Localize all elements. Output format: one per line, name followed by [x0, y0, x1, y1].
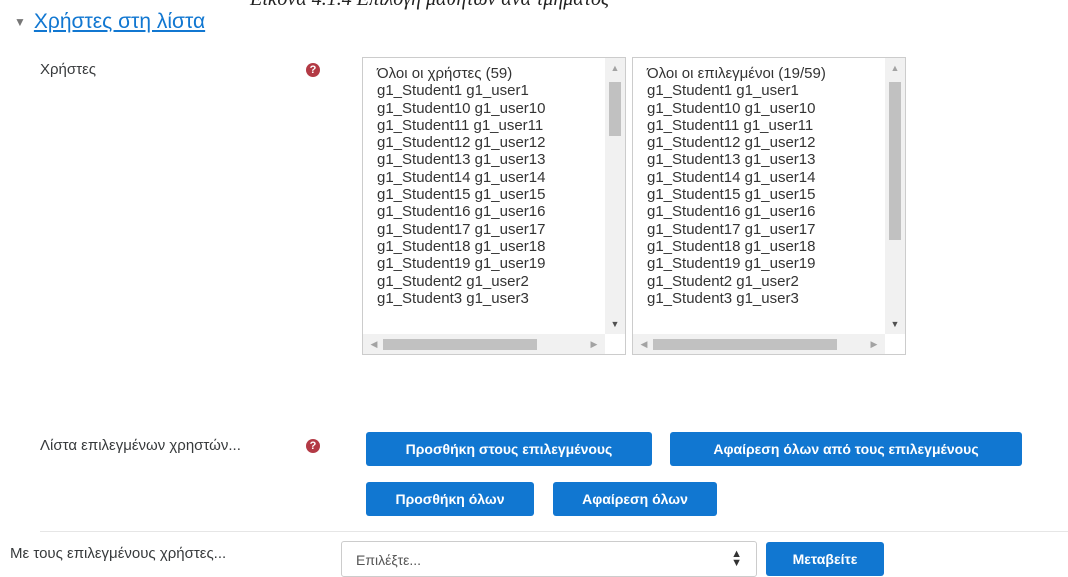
scroll-left-icon[interactable]: ◀ [635, 334, 653, 354]
horizontal-scrollbar[interactable]: ◀ ▶ [363, 334, 605, 354]
selected-users-listbox[interactable]: Όλοι οι επιλεγμένοι (19/59) g1_Student1 g… [632, 57, 906, 355]
list-item[interactable]: g1_Student17 g1_user17 [647, 221, 826, 238]
horizontal-scrollbar[interactable]: ◀ ▶ [633, 334, 885, 354]
select-value: Επιλέξτε... [356, 552, 422, 568]
list-item[interactable]: g1_Student2 g1_user2 [377, 273, 545, 290]
list-item[interactable]: g1_Student1 g1_user1 [377, 82, 545, 99]
add-selected-button[interactable]: Προσθήκη στους επιλεγμένους [366, 432, 652, 466]
list-group-header[interactable]: Όλοι οι χρήστες (59) [377, 65, 545, 82]
remove-all-button[interactable]: Αφαίρεση όλων [553, 482, 717, 516]
scrollbar-thumb[interactable] [383, 339, 537, 350]
scrollbar-thumb[interactable] [889, 82, 901, 240]
bulk-action-label: Με τους επιλεγμένους χρήστες... [10, 545, 227, 562]
list-item[interactable]: g1_Student19 g1_user19 [647, 255, 826, 272]
scroll-right-icon[interactable]: ▶ [585, 334, 603, 354]
list-item[interactable]: g1_Student11 g1_user11 [377, 117, 545, 134]
list-item[interactable]: g1_Student17 g1_user17 [377, 221, 545, 238]
scroll-right-icon[interactable]: ▶ [865, 334, 883, 354]
remove-all-selected-button[interactable]: Αφαίρεση όλων από τους επιλεγμένους [670, 432, 1022, 466]
scroll-up-icon[interactable]: ▲ [605, 60, 625, 76]
list-item[interactable]: g1_Student15 g1_user15 [377, 186, 545, 203]
vertical-scrollbar[interactable]: ▲ ▼ [885, 58, 905, 334]
collapse-chevron-icon[interactable]: ▼ [14, 15, 26, 29]
users-label: Χρήστες [40, 61, 96, 78]
list-item[interactable]: g1_Student3 g1_user3 [647, 290, 826, 307]
help-icon[interactable]: ? [306, 439, 320, 453]
list-item[interactable]: g1_Student2 g1_user2 [647, 273, 826, 290]
scroll-up-icon[interactable]: ▲ [885, 60, 905, 76]
divider [40, 531, 1068, 532]
list-item[interactable]: g1_Student10 g1_user10 [647, 100, 826, 117]
select-arrows-icon: ▲ ▼ [731, 548, 742, 569]
list-item[interactable]: g1_Student16 g1_user16 [377, 203, 545, 220]
all-users-listbox[interactable]: Όλοι οι χρήστες (59) g1_Student1 g1_user1… [362, 57, 626, 355]
list-item[interactable]: g1_Student16 g1_user16 [647, 203, 826, 220]
scroll-down-icon[interactable]: ▼ [885, 316, 905, 332]
list-item[interactable]: g1_Student11 g1_user11 [647, 117, 826, 134]
list-item[interactable]: g1_Student14 g1_user14 [647, 169, 826, 186]
list-item[interactable]: g1_Student14 g1_user14 [377, 169, 545, 186]
scrollbar-corner [885, 334, 905, 354]
list-item[interactable]: g1_Student19 g1_user19 [377, 255, 545, 272]
section-header[interactable]: ▼ Χρήστες στη λίστα [14, 10, 205, 34]
list-item[interactable]: g1_Student18 g1_user18 [647, 238, 826, 255]
scroll-down-icon[interactable]: ▼ [605, 316, 625, 332]
figure-caption: Εικόνα 4.1.4 Επιλογή μαθητών ανά τμήματο… [250, 0, 609, 11]
scroll-left-icon[interactable]: ◀ [365, 334, 383, 354]
add-all-button[interactable]: Προσθήκη όλων [366, 482, 534, 516]
all-users-list[interactable]: Όλοι οι χρήστες (59) g1_Student1 g1_user1… [377, 65, 545, 307]
list-item[interactable]: g1_Student13 g1_user13 [647, 151, 826, 168]
list-item[interactable]: g1_Student15 g1_user15 [647, 186, 826, 203]
scrollbar-corner [605, 334, 625, 354]
list-group-header[interactable]: Όλοι οι επιλεγμένοι (19/59) [647, 65, 826, 82]
list-item[interactable]: g1_Student12 g1_user12 [377, 134, 545, 151]
selected-users-list[interactable]: Όλοι οι επιλεγμένοι (19/59) g1_Student1 g… [647, 65, 826, 307]
list-item[interactable]: g1_Student18 g1_user18 [377, 238, 545, 255]
list-item[interactable]: g1_Student3 g1_user3 [377, 290, 545, 307]
go-button[interactable]: Μεταβείτε [766, 542, 884, 576]
list-item[interactable]: g1_Student1 g1_user1 [647, 82, 826, 99]
vertical-scrollbar[interactable]: ▲ ▼ [605, 58, 625, 334]
list-item[interactable]: g1_Student13 g1_user13 [377, 151, 545, 168]
list-item[interactable]: g1_Student10 g1_user10 [377, 100, 545, 117]
scrollbar-thumb[interactable] [653, 339, 837, 350]
help-icon[interactable]: ? [306, 63, 320, 77]
section-title[interactable]: Χρήστες στη λίστα [34, 10, 205, 34]
list-item[interactable]: g1_Student12 g1_user12 [647, 134, 826, 151]
scrollbar-thumb[interactable] [609, 82, 621, 136]
selected-list-label: Λίστα επιλεγμένων χρηστών... [40, 437, 241, 454]
